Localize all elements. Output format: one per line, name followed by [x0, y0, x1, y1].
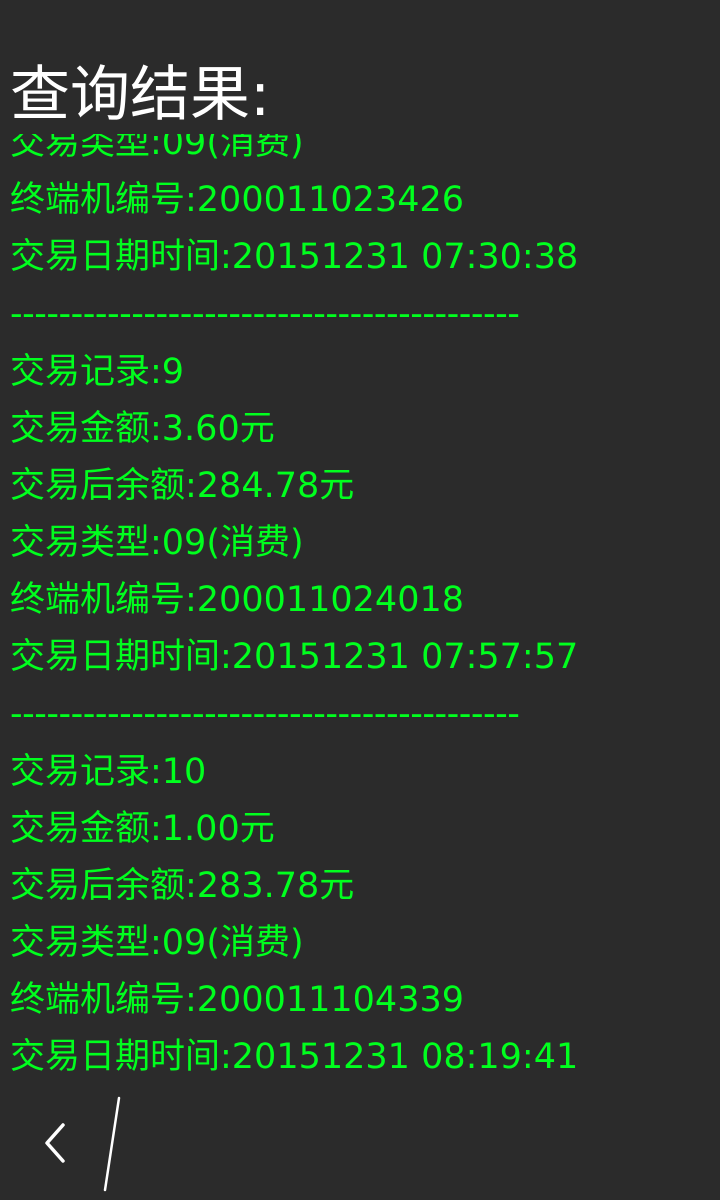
terminal-number-line: 终端机编号:200011104339 — [10, 980, 465, 1021]
transaction-amount-line: 交易金额:3.60元 — [10, 408, 275, 449]
transaction-type-line: 交易类型:09(消费) — [10, 922, 304, 963]
record-separator: ----------------------------------------… — [10, 694, 520, 735]
page-title: 查询结果: — [10, 60, 271, 130]
terminal-number-line: 终端机编号:200011024018 — [10, 580, 465, 621]
transaction-datetime-line: 交易日期时间:20151231 08:19:41 — [10, 1037, 579, 1078]
transaction-datetime-line: 交易日期时间:20151231 07:57:57 — [10, 637, 579, 678]
transaction-record-line: 交易记录:10 — [10, 751, 207, 792]
terminal-number-line: 终端机编号:200011023426 — [10, 180, 465, 221]
remaining-balance-line: 交易后余额:284.78元 — [10, 465, 355, 506]
chevron-left-icon — [45, 1123, 65, 1163]
remaining-balance-line: 交易后余额:283.78元 — [10, 865, 355, 906]
transaction-record-line: 交易记录:9 — [10, 351, 185, 392]
transaction-results-list: 交易类型:09(消费) 终端机编号:200011023426 交易日期时间:20… — [10, 134, 578, 1084]
back-button[interactable] — [32, 1118, 82, 1168]
record-separator: ----------------------------------------… — [10, 294, 520, 335]
transaction-type-line: 交易类型:09(消费) — [10, 522, 304, 563]
transaction-amount-line: 交易金额:1.00元 — [10, 808, 275, 849]
navigation-divider — [103, 1096, 121, 1192]
transaction-datetime-line: 交易日期时间:20151231 07:30:38 — [10, 237, 579, 278]
results-scroll-area[interactable]: 交易类型:09(消费) 终端机编号:200011023426 交易日期时间:20… — [0, 134, 720, 1084]
transaction-type-line: 交易类型:09(消费) — [10, 134, 304, 163]
